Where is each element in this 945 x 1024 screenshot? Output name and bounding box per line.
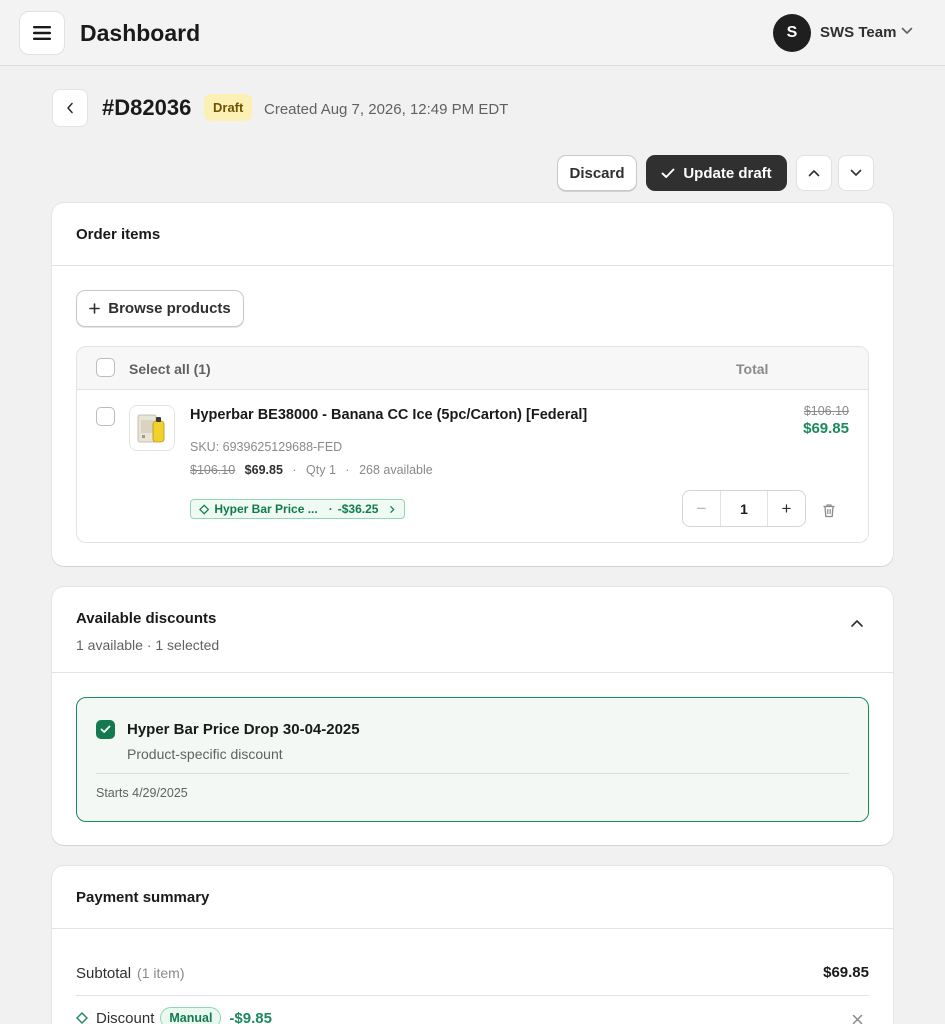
manual-badge: Manual — [160, 1007, 222, 1024]
item-checkbox[interactable] — [96, 407, 115, 426]
line-total: $69.85 — [803, 420, 849, 437]
menu-icon — [33, 26, 51, 40]
select-all-checkbox[interactable] — [96, 358, 115, 377]
chevron-down-icon — [850, 169, 862, 176]
decrease-quantity-button[interactable]: − — [683, 491, 721, 526]
divider — [76, 995, 869, 996]
product-sku: SKU: 6939625129688-FED — [190, 440, 343, 454]
discount-option[interactable]: Hyper Bar Price Drop 30-04-2025 Product-… — [76, 697, 869, 822]
trash-icon[interactable] — [822, 503, 836, 518]
order-items-title: Order items — [76, 226, 161, 243]
increase-quantity-button[interactable]: + — [767, 491, 805, 526]
next-order-button[interactable] — [838, 155, 874, 191]
discount-name: Hyper Bar Price Drop 30-04-2025 — [127, 721, 360, 738]
chevron-up-icon[interactable] — [850, 619, 864, 628]
check-icon — [100, 725, 111, 733]
divider — [52, 265, 893, 266]
subtotal-value: $69.85 — [823, 964, 869, 981]
discount-checkbox[interactable] — [96, 720, 115, 739]
avatar[interactable]: S — [773, 14, 811, 52]
availability: 268 available — [359, 463, 433, 477]
browse-products-label: Browse products — [108, 300, 231, 317]
previous-order-button[interactable] — [796, 155, 832, 191]
order-id: #D82036 — [102, 95, 192, 120]
divider — [96, 773, 849, 774]
subtotal-count: (1 item) — [137, 965, 185, 981]
status-badge: Draft — [204, 94, 253, 121]
browse-products-button[interactable]: Browse products — [76, 290, 244, 327]
update-draft-button[interactable]: Update draft — [646, 155, 787, 191]
select-all-label: Select all (1) — [129, 361, 211, 377]
update-draft-label: Update draft — [683, 164, 772, 182]
tag-icon — [199, 503, 210, 515]
tag-icon — [76, 1012, 88, 1024]
check-icon — [661, 168, 675, 178]
order-items-card: Order items Browse products Select all (… — [52, 203, 893, 566]
close-icon[interactable] — [852, 1014, 863, 1024]
back-button[interactable] — [52, 89, 88, 127]
payment-summary-card: Payment summary Subtotal (1 item) $69.85 … — [52, 866, 893, 1024]
discount-amount: -$9.85 — [229, 1010, 272, 1024]
app-title: Dashboard — [80, 20, 201, 46]
product-name[interactable]: Hyperbar BE38000 - Banana CC Ice (5pc/Ca… — [190, 407, 587, 423]
total-column-header: Total — [736, 361, 769, 377]
chevron-right-icon — [390, 505, 395, 513]
unit-price: $69.85 — [244, 463, 283, 477]
top-bar: Dashboard S SWS Team — [0, 0, 945, 66]
chevron-up-icon — [808, 170, 820, 177]
team-name[interactable]: SWS Team — [820, 24, 896, 41]
discount-label: Discount — [96, 1010, 155, 1024]
original-price: $106.10 — [190, 463, 236, 477]
divider — [52, 928, 893, 929]
discount-start-date: Starts 4/29/2025 — [96, 786, 188, 800]
created-timestamp: Created Aug 7, 2026, 12:49 PM EDT — [264, 101, 509, 118]
discounts-title: Available discounts — [76, 610, 217, 627]
discounts-subtitle: 1 available · 1 selected — [76, 637, 220, 653]
items-table-header: Select all (1) Total — [77, 347, 868, 390]
chevron-down-icon[interactable] — [901, 27, 913, 35]
qty-text: Qty 1 — [306, 463, 336, 477]
available-discounts-card: Available discounts 1 available · 1 sele… — [52, 587, 893, 845]
product-image-icon — [137, 414, 165, 443]
menu-button[interactable] — [19, 11, 65, 55]
subtotal-label: Subtotal — [76, 965, 132, 982]
product-thumbnail — [129, 405, 175, 451]
plus-icon — [89, 303, 101, 314]
quantity-stepper: − 1 + — [682, 490, 806, 527]
line-total-original: $106.10 — [803, 404, 849, 418]
quantity-value[interactable]: 1 — [721, 491, 767, 526]
discount-pill-amount: -$36.25 — [337, 502, 379, 516]
price-line: $106.10 $69.85 · Qty 1 · 268 available — [190, 463, 433, 477]
divider — [52, 672, 893, 673]
chevron-left-icon — [67, 102, 73, 114]
subtotal-row: Subtotal (1 item) — [76, 965, 185, 982]
items-table: Select all (1) Total Hyperbar BE38000 - … — [76, 346, 869, 543]
applied-discount-pill[interactable]: Hyper Bar Price ... · -$36.25 — [190, 499, 405, 519]
discard-button[interactable]: Discard — [557, 155, 637, 191]
discount-type: Product-specific discount — [127, 746, 283, 762]
payment-summary-title: Payment summary — [76, 889, 210, 906]
discount-row: Discount Manual -$9.85 — [76, 1007, 272, 1024]
discount-pill-label: Hyper Bar Price ... — [214, 502, 318, 516]
